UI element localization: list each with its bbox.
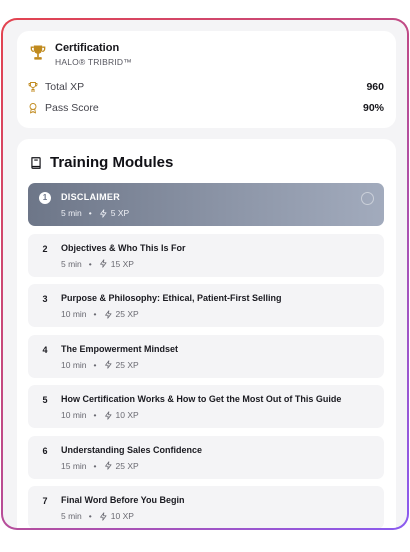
module-item-1[interactable]: 1 DISCLAIMER 5 min • 5 XP [28,183,384,226]
certification-summary-card: Certification HALO® TRIBRID™ Total XP 96… [17,31,396,128]
meta-separator: • [88,511,92,521]
certification-subtitle: HALO® TRIBRID™ [55,57,132,67]
module-meta: 10 min • 10 XP [61,410,139,420]
certification-panel-frame: Certification HALO® TRIBRID™ Total XP 96… [1,18,409,530]
stat-label: Pass Score [45,102,99,114]
module-title: DISCLAIMER [61,192,120,202]
module-number: 2 [42,243,48,254]
module-meta: 5 min • 10 XP [61,511,134,521]
module-xp: 10 XP [110,511,134,521]
module-xp: 25 XP [115,359,139,370]
module-duration: 10 min [61,359,87,370]
module-item-2[interactable]: 2 Objectives & Who This Is For 5 min • 1… [28,233,384,277]
module-title: Purpose & Philosophy: Ethical, Patient-F… [61,293,282,303]
book-icon [31,156,41,169]
stat-value: 90% [362,102,384,114]
module-meta: 15 min • 25 XP [61,461,139,471]
lightning-icon [104,360,111,369]
training-modules-card: Training Modules 1 DISCLAIMER 5 min • 5 … [17,139,396,528]
lightning-icon [104,309,111,319]
meta-separator: • [93,460,97,471]
meta-separator: • [88,258,92,269]
module-duration: 10 min [61,309,87,319]
training-modules-header: Training Modules [29,154,173,171]
award-ribbon-icon [29,103,37,114]
lightning-icon [104,461,111,470]
module-duration: 5 min [61,258,82,269]
module-duration: 10 min [61,410,87,420]
module-item-7[interactable]: 7 Final Word Before You Begin 5 min • 10… [28,486,384,528]
module-xp: 5 XP [110,208,130,218]
module-title: Understanding Sales Confidence [61,444,203,455]
module-title: The Empowerment Mindset [61,343,179,354]
stat-total-xp: Total XP 960 [27,80,384,94]
meta-separator: • [93,410,97,420]
training-modules-title: Training Modules [50,154,174,171]
module-item-6[interactable]: 6 Understanding Sales Confidence 15 min … [28,435,384,479]
module-number: 4 [42,344,48,355]
module-meta: 5 min • 15 XP [61,259,134,269]
module-number: 1 [39,192,51,204]
module-duration: 5 min [61,511,82,521]
module-title: How Certification Works & How to Get the… [61,394,342,404]
module-xp: 25 XP [115,309,139,319]
module-duration: 5 min [61,208,82,218]
trophy-icon [30,45,46,60]
module-xp: 10 XP [115,410,139,420]
lightning-icon [99,208,107,218]
module-number: 7 [42,496,48,506]
module-duration: 15 min [61,460,87,471]
meta-separator: • [88,208,92,218]
trophy-icon [28,82,38,92]
meta-separator: • [93,309,97,319]
module-meta: 5 min • 5 XP [61,208,129,218]
lightning-icon [104,410,111,420]
module-number: 3 [42,294,48,304]
module-number: 6 [42,445,48,456]
stat-label: Total XP [45,81,85,93]
module-xp: 15 XP [110,258,134,269]
module-item-4[interactable]: 4 The Empowerment Mindset 10 min • 25 XP [28,334,384,378]
certification-panel: Certification HALO® TRIBRID™ Total XP 96… [3,20,407,528]
certification-title: Certification [55,42,120,54]
module-item-3[interactable]: 3 Purpose & Philosophy: Ethical, Patient… [28,284,384,327]
lightning-icon [99,511,107,521]
module-meta: 10 min • 25 XP [61,309,139,319]
module-meta: 10 min • 25 XP [61,360,139,370]
stat-pass-score: Pass Score 90% [27,101,384,115]
module-xp: 25 XP [115,460,139,471]
module-item-5[interactable]: 5 How Certification Works & How to Get t… [28,385,384,428]
meta-separator: • [93,359,97,370]
stat-value: 960 [366,81,384,93]
module-number: 5 [42,395,48,405]
module-title: Objectives & Who This Is For [61,242,186,253]
module-title: Final Word Before You Begin [61,495,185,505]
module-status-indicator [361,192,374,205]
lightning-icon [99,259,107,268]
